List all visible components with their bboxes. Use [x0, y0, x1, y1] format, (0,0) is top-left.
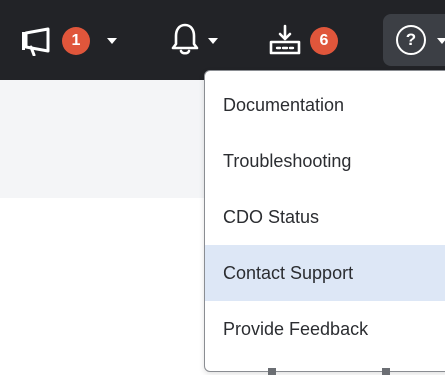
- announcements-count-badge: 1: [62, 27, 90, 55]
- notifications-menu[interactable]: [168, 22, 228, 60]
- announcements-menu[interactable]: 1: [18, 22, 128, 60]
- help-dropdown-menu: Documentation Troubleshooting CDO Status…: [204, 70, 445, 372]
- background-mark: [268, 368, 276, 375]
- chevron-down-icon: [107, 38, 117, 44]
- background-mark: [382, 368, 390, 375]
- menu-item-provide-feedback[interactable]: Provide Feedback: [205, 301, 445, 357]
- chevron-down-icon: [437, 38, 445, 44]
- help-circle-icon: ?: [396, 25, 426, 55]
- menu-item-documentation[interactable]: Documentation: [205, 77, 445, 133]
- menu-item-contact-support[interactable]: Contact Support: [205, 245, 445, 301]
- bell-icon: [170, 22, 200, 56]
- megaphone-icon: [18, 26, 58, 56]
- chevron-down-icon: [208, 38, 218, 44]
- downloads-count-badge: 6: [310, 27, 338, 55]
- help-menu-button[interactable]: ?: [383, 14, 445, 66]
- download-tray-icon: [268, 24, 302, 56]
- downloads-menu[interactable]: 6: [268, 22, 348, 60]
- menu-item-cdo-status[interactable]: CDO Status: [205, 189, 445, 245]
- menu-item-troubleshooting[interactable]: Troubleshooting: [205, 133, 445, 189]
